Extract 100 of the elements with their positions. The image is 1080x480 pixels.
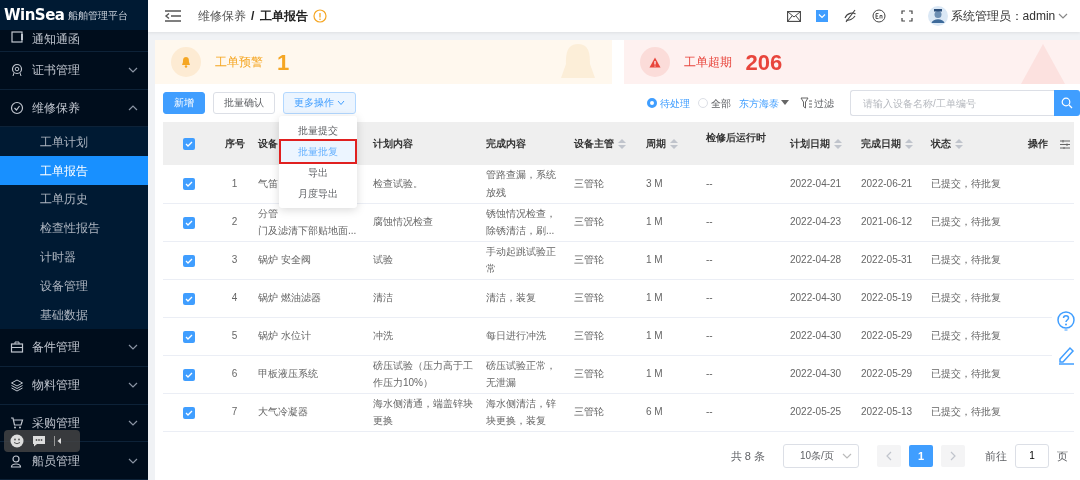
column-header-cell[interactable]: 设备主管 (570, 122, 642, 165)
stat-label: 工单预警 (215, 54, 263, 71)
collapse-icon[interactable] (54, 436, 62, 446)
sidebar-subitem[interactable]: 基础数据 (0, 300, 148, 330)
warning-icon (1020, 42, 1066, 84)
checkbox[interactable] (183, 254, 195, 267)
checkbox[interactable] (183, 216, 195, 229)
menu-icon[interactable] (164, 9, 182, 23)
table-cell-text: 手动起跳试验正常 (486, 244, 557, 276)
user-name[interactable]: 系统管理员：admin (950, 7, 1056, 25)
table-cell: 已提交，待批复 (931, 292, 1001, 304)
column-header-cell[interactable]: 完成日期 (857, 122, 927, 165)
dropdown-icon[interactable] (815, 10, 828, 22)
edit-icon[interactable] (1057, 345, 1075, 365)
columns-icon[interactable] (1060, 139, 1070, 149)
column-header: 设备主管 (574, 138, 614, 149)
search-field[interactable]: 请输入设备名称/工单编号 (850, 90, 1054, 116)
notice-icon[interactable] (10, 30, 24, 44)
table-cell: -- (706, 292, 713, 304)
checkbox[interactable] (183, 292, 195, 305)
checkbox[interactable] (183, 406, 195, 419)
info-icon[interactable] (313, 9, 328, 23)
table-cell-text: 锅炉 安全阀 (258, 253, 312, 268)
radio-option[interactable]: 全部 (698, 95, 732, 111)
table-cell: 2022-06-21 (861, 178, 913, 189)
breadcrumb-item[interactable]: 维修保养 (197, 7, 246, 25)
table-cell: -- (706, 330, 713, 342)
sidebar-item[interactable]: 备件管理 (0, 329, 148, 367)
sidebar-subitem[interactable]: 工单计划 (0, 127, 148, 157)
fullscreen-icon[interactable] (900, 10, 913, 22)
menu-item[interactable]: 导出 (281, 162, 355, 183)
breadcrumb-separator: / (251, 8, 255, 25)
sidebar-subitem[interactable]: 计时器 (0, 242, 148, 272)
menu-item[interactable]: 月度导出 (281, 183, 355, 204)
table-cell: 2022-05-31 (861, 254, 913, 266)
briefcase-icon[interactable] (10, 340, 24, 355)
checkbox[interactable] (183, 178, 195, 191)
layers-icon[interactable] (10, 378, 24, 393)
smiley-icon[interactable] (10, 434, 24, 448)
column-header-cell[interactable]: 状态 (927, 122, 1022, 165)
table-cell-text: 大气冷凝器 (258, 405, 309, 420)
sidebar-item[interactable]: 通知通函 (0, 30, 148, 52)
chevron-icon (337, 100, 345, 106)
table-cell: 1 M (646, 216, 663, 228)
table-cell: 1 M (646, 292, 663, 304)
sidebar-item[interactable]: 物料管理 (0, 366, 148, 405)
sidebar-subitem[interactable]: 检查性报告 (0, 213, 148, 243)
table-cell: 2022-04-30 (790, 292, 842, 304)
table-cell: 三管轮 (574, 292, 604, 304)
table-cell: 已提交，待批复 (931, 330, 1001, 342)
table-cell: 6 M (646, 406, 663, 418)
chevron-icon[interactable] (1058, 12, 1068, 20)
table-cell: 2022-04-30 (790, 368, 842, 380)
sort-icon[interactable] (955, 139, 963, 150)
table-cell: 6 (231, 368, 238, 380)
column-header-cell[interactable]: 计划日期 (786, 122, 857, 165)
table-cell: 4 (231, 292, 238, 304)
table-cell: 三管轮 (574, 254, 604, 266)
table-cell: 已提交，待批复 (931, 178, 1001, 189)
table-cell: 三管轮 (574, 406, 604, 418)
page-size-select[interactable]: 10条/页 (783, 443, 859, 468)
sort-icon[interactable] (670, 139, 678, 150)
table-cell: -- (706, 178, 713, 189)
sidebar-item[interactable]: 维修保养 (0, 89, 148, 128)
table-cell: 3 M (646, 178, 663, 189)
filter-button[interactable]: 过滤 (800, 95, 834, 111)
column-header: 状态 (931, 138, 951, 149)
table-cell: 已提交，待批复 (931, 254, 1001, 266)
sort-icon[interactable] (834, 139, 842, 150)
column-header: 检修后运行时 (706, 132, 766, 143)
certificate-icon[interactable] (10, 63, 24, 78)
table-cell-text: 每日进行冲洗 (486, 329, 546, 344)
table-cell: -- (706, 406, 713, 418)
search-button[interactable] (1054, 90, 1080, 116)
sort-icon[interactable] (618, 139, 626, 150)
sidebar-item[interactable]: 证书管理 (0, 51, 148, 90)
help-icon[interactable] (1057, 311, 1075, 331)
avatar-icon[interactable] (927, 6, 948, 26)
chat-icon[interactable] (32, 435, 46, 447)
cart-icon[interactable] (10, 415, 24, 430)
table-cell-text: 腐蚀情况检查 (373, 215, 433, 230)
table-cell-text: 冲洗 (373, 329, 393, 344)
checkbox[interactable] (183, 368, 195, 381)
column-header-cell[interactable]: 周期 (642, 122, 702, 165)
chevron-right-icon (950, 450, 956, 461)
menu-item[interactable]: 批量提交 (281, 120, 355, 141)
sidebar-subitem[interactable]: 设备管理 (0, 271, 148, 301)
person-icon[interactable] (10, 453, 24, 468)
column-header: 周期 (646, 138, 666, 149)
table-cell-text: 清洁，装复 (486, 291, 536, 306)
check-circle-icon[interactable] (10, 101, 24, 115)
language-icon[interactable] (871, 9, 886, 23)
checkbox[interactable] (183, 138, 195, 151)
batch-confirm-button[interactable]: 批量确认 (213, 92, 275, 114)
table-cell: 2021-06-12 (861, 216, 913, 228)
sort-icon[interactable] (905, 139, 913, 150)
mail-icon[interactable] (786, 10, 801, 22)
sidebar-subitem[interactable]: 工单历史 (0, 185, 148, 214)
checkbox[interactable] (183, 330, 195, 343)
goto-page-field[interactable]: 1 (1015, 443, 1049, 468)
